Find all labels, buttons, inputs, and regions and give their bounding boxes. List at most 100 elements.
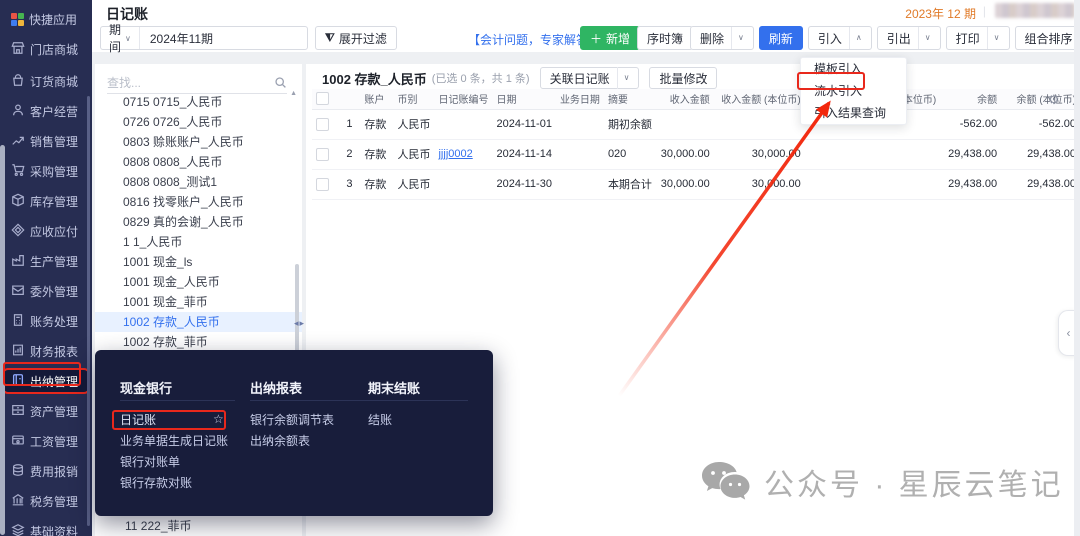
account-item[interactable]: 1001 现金_菲币	[95, 292, 302, 312]
table-row[interactable]: 2存款人民币jjjj00022024-11-1402030,000.0030,0…	[312, 139, 1080, 169]
popup-item[interactable]: 结账	[368, 410, 392, 431]
menu-item-normal[interactable]: 模板引入	[801, 58, 906, 80]
popup-item[interactable]: 出纳余额表	[250, 431, 334, 452]
row-seq: 1	[338, 109, 360, 139]
sidebar-item-8[interactable]: 应收应付	[4, 220, 88, 242]
account-item[interactable]: 0829 真的会谢_人民币	[95, 212, 302, 232]
table-row[interactable]: 1存款人民币2024-11-01期初余额-562.00-562.00	[312, 109, 1080, 139]
account-item[interactable]: 1002 存款_菲币	[95, 332, 302, 352]
table-title: 1002 存款_人民币	[322, 69, 427, 88]
cell-out_base	[853, 169, 940, 199]
user-account-blurred[interactable]	[995, 3, 1075, 18]
popup-item[interactable]: 银行余额调节表	[250, 410, 334, 431]
chevron-down-icon[interactable]: ∨	[918, 27, 931, 49]
popup-section-title: 期末结账	[368, 378, 420, 397]
add-button[interactable]: ＋ 新增	[580, 26, 640, 50]
import-button[interactable]: 引入 ∧	[808, 26, 872, 50]
sidebar-item-17[interactable]: 税务管理	[4, 490, 88, 512]
column-header: 收入金额	[656, 89, 714, 109]
cell-currency: 人民币	[393, 169, 434, 199]
period-value-input[interactable]	[140, 31, 315, 45]
sidebar-item-1[interactable]: 快捷应用	[4, 8, 88, 30]
topbar-divider: |	[983, 4, 986, 18]
account-item[interactable]: 0803 赊账账户_人民币	[95, 132, 302, 152]
delete-button[interactable]: 删除 ∨	[690, 26, 754, 50]
account-search-input[interactable]	[107, 76, 274, 90]
account-item[interactable]: 1001 现金_ls	[95, 252, 302, 272]
chevron-down-icon[interactable]: ∨	[987, 27, 1000, 49]
chevron-down-icon[interactable]: ∨	[617, 67, 630, 89]
batch-edit-button[interactable]: 批量修改	[649, 67, 717, 89]
sidebar-item-9[interactable]: 生产管理	[4, 250, 88, 272]
sidebar-item-label: 快捷应用	[29, 11, 77, 28]
refresh-button[interactable]: 刷新	[759, 26, 803, 50]
print-button[interactable]: 打印 ∨	[946, 26, 1010, 50]
sidebar-item-11[interactable]: 账务处理	[4, 310, 88, 332]
menu-item-normal[interactable]: 引入结果查询	[801, 102, 906, 124]
account-item[interactable]: 1001 现金_人民币	[95, 272, 302, 292]
sidebar-item-10[interactable]: 委外管理	[4, 280, 88, 302]
row-checkbox[interactable]	[312, 109, 338, 139]
column-settings-gear-icon[interactable]: ⚙	[1048, 92, 1060, 108]
cell-no	[434, 109, 492, 139]
sidebar-item-13[interactable]: 出纳管理	[4, 370, 88, 392]
account-item-partial[interactable]: 11 222_菲币	[125, 517, 192, 534]
selection-info: (已选 0 条，共 1 条)	[432, 70, 530, 86]
popup-item[interactable]: 银行对账单	[120, 452, 228, 473]
sidebar-item-4[interactable]: 客户经营	[4, 100, 88, 122]
period-filter-group: 期间 ∨	[100, 26, 308, 50]
cell-balance_base: -562.00	[1001, 109, 1080, 139]
account-item[interactable]: 1002 存款_人民币	[95, 312, 302, 332]
account-item[interactable]: 0726 0726_人民币	[95, 112, 302, 132]
popup-item[interactable]: 银行存款对账	[120, 473, 228, 494]
combo-sort-button[interactable]: 组合排序	[1015, 26, 1080, 50]
menu-item-highlighted[interactable]: 流水引入	[801, 80, 906, 102]
sidebar-scrollbar[interactable]	[87, 96, 90, 526]
journal-doc-link[interactable]: jjjj0002	[438, 148, 472, 160]
sidebar-item-18[interactable]: 基础资料	[4, 520, 88, 536]
sidebar-item-label: 财务报表	[30, 343, 78, 360]
cart-icon	[11, 163, 25, 180]
panel-splitter-arrows[interactable]: ◂▸	[294, 318, 305, 329]
account-item[interactable]: 0808 0808_人民币	[95, 152, 302, 172]
sidebar-item-16[interactable]: 费用报销	[4, 460, 88, 482]
expand-filter-button[interactable]: ⧨ 展开过滤	[315, 26, 397, 50]
row-checkbox[interactable]	[312, 139, 338, 169]
page-right-scrollbar[interactable]	[1074, 0, 1080, 536]
sidebar-item-12[interactable]: 财务报表	[4, 340, 88, 362]
account-item[interactable]: 0816 找零账户_人民币	[95, 192, 302, 212]
account-item[interactable]: 0715 0715_人民币	[95, 92, 302, 112]
select-all-checkbox[interactable]	[312, 89, 338, 109]
sidebar-item-14[interactable]: 资产管理	[4, 400, 88, 422]
sidebar-item-label: 出纳管理	[30, 373, 78, 390]
sidebar-item-3[interactable]: 订货商城	[4, 70, 88, 92]
row-checkbox[interactable]	[312, 169, 338, 199]
favorite-star-icon[interactable]: ☆	[213, 412, 224, 426]
cell-biz_date	[556, 169, 604, 199]
table-row[interactable]: 3存款人民币2024-11-30本期合计30,000.0030,000.0029…	[312, 169, 1080, 199]
sidebar-item-label: 工资管理	[30, 433, 78, 450]
sidebar-item-7[interactable]: 库存管理	[4, 190, 88, 212]
popup-item[interactable]: 日记账	[120, 410, 228, 431]
sidebar-item-15[interactable]: 工资管理	[4, 430, 88, 452]
cell-balance: -562.00	[940, 109, 1001, 139]
cell-summary: 期初余额	[604, 109, 656, 139]
popup-item[interactable]: 业务单据生成日记账	[120, 431, 228, 452]
link-journal-button[interactable]: 关联日记账 ∨	[540, 67, 640, 89]
popup-section-items: 结账	[368, 410, 392, 431]
sidebar-item-2[interactable]: 门店商城	[4, 38, 88, 60]
chevron-down-icon[interactable]: ∨	[731, 27, 744, 49]
chevron-up-icon[interactable]: ∧	[849, 27, 862, 49]
cube-icon	[11, 193, 25, 210]
filter-field-select[interactable]: 期间 ∨	[101, 27, 140, 49]
layers-icon	[11, 523, 25, 536]
journal-book-button[interactable]: 序时簿	[637, 26, 693, 50]
sidebar-item-label: 基础资料	[30, 523, 78, 536]
sidebar-item-5[interactable]: 销售管理	[4, 130, 88, 152]
plus-icon: ＋	[590, 30, 602, 47]
page-left-scrollbar[interactable]	[0, 145, 5, 535]
sidebar-item-6[interactable]: 采购管理	[4, 160, 88, 182]
account-item[interactable]: 1 1_人民币	[95, 232, 302, 252]
export-button[interactable]: 引出 ∨	[877, 26, 941, 50]
account-item[interactable]: 0808 0808_测试1	[95, 172, 302, 192]
